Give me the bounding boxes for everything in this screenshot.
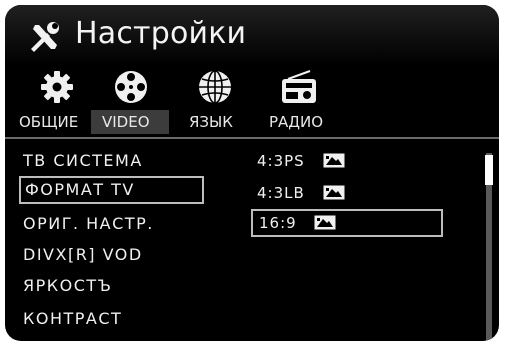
menu-item-divx-vod[interactable]: DIVX[R] VOD [19, 241, 204, 269]
menu-item-factory-reset[interactable]: ОРИГ. НАСТР. [19, 210, 204, 238]
settings-screen: Настройки ОБЩИЕ VIDEO ЯЗЫК РАДИО ТВ СИСТ… [5, 5, 499, 341]
aspect-ratio-icon [323, 185, 345, 199]
menu-item-contrast[interactable]: КОНТРАСТ [19, 305, 204, 333]
tab-video[interactable]: VIDEO [102, 113, 150, 131]
menu-item-tv-system[interactable]: ТВ СИСТЕМА [19, 147, 204, 175]
film-reel-icon[interactable] [113, 69, 149, 105]
tab-radio[interactable]: РАДИО [269, 113, 323, 131]
radio-icon[interactable] [280, 69, 318, 105]
option-label: 4:3LB [257, 184, 305, 202]
option-label: 4:3PS [257, 152, 305, 170]
option-label: 16:9 [259, 214, 297, 232]
globe-icon[interactable] [197, 69, 233, 105]
menu-item-brightness[interactable]: ЯРКОСТЪ [19, 272, 204, 300]
scrollbar-thumb[interactable] [485, 155, 493, 185]
option-16-9[interactable]: 16:9 [251, 209, 443, 237]
page-title: Настройки [75, 16, 247, 51]
menu-item-tv-format[interactable]: ФОРМАТ TV [19, 176, 204, 204]
tools-icon [31, 22, 59, 52]
category-tabs: ОБЩИЕ VIDEO ЯЗЫК РАДИО [5, 69, 499, 137]
tab-language[interactable]: ЯЗЫК [189, 113, 233, 131]
tab-general[interactable]: ОБЩИЕ [19, 113, 78, 131]
header: Настройки [5, 5, 499, 65]
aspect-ratio-icon [314, 215, 336, 229]
aspect-ratio-icon [323, 153, 344, 167]
option-4-3lb[interactable]: 4:3LB [251, 179, 345, 207]
gear-icon[interactable] [39, 69, 75, 105]
option-4-3ps[interactable]: 4:3PS [251, 147, 345, 175]
divider [5, 137, 499, 139]
